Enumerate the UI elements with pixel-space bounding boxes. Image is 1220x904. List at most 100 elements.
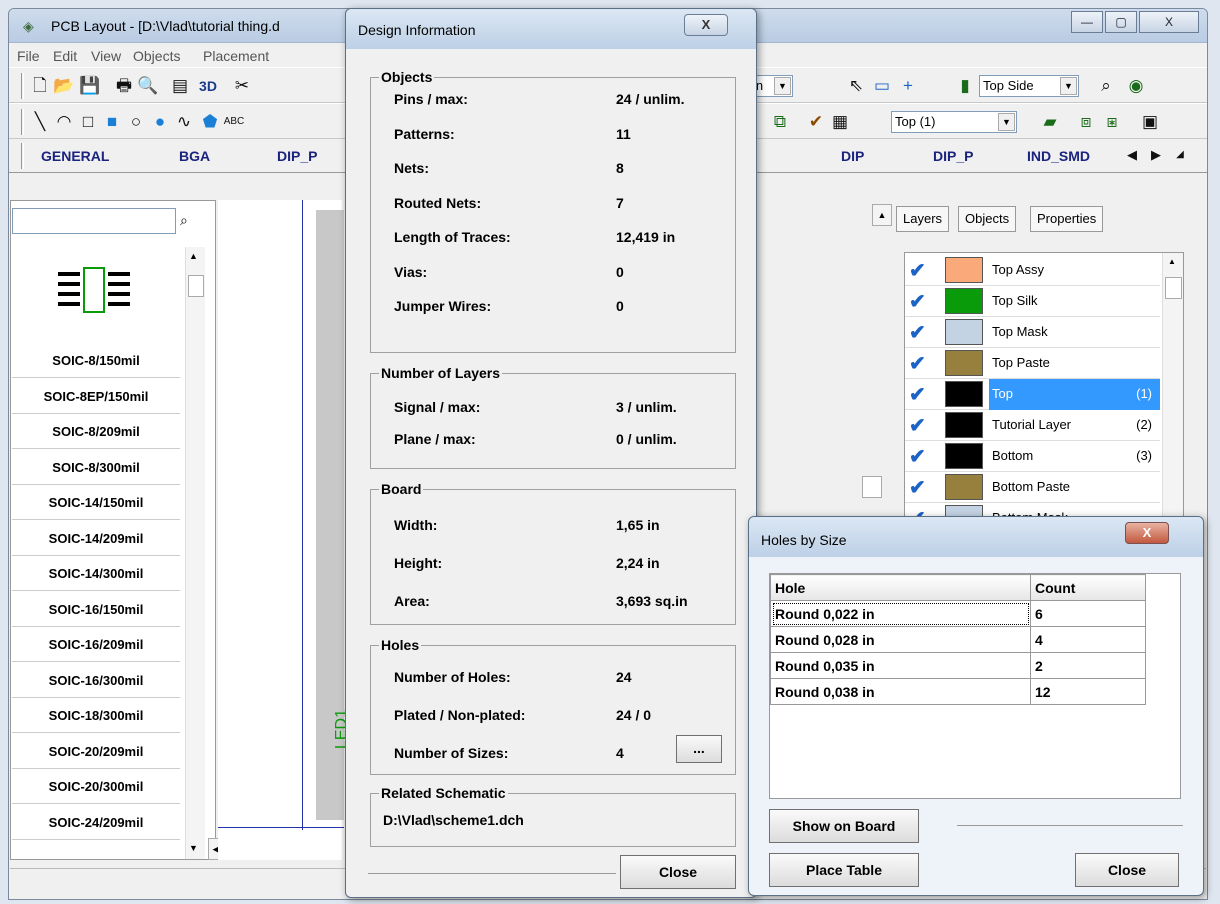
close-window-button[interactable]: X	[1139, 11, 1199, 33]
checkmark-icon[interactable]: ✔	[909, 351, 926, 376]
close-dialog-button[interactable]: X	[1125, 522, 1169, 544]
tab-scroll-left-icon[interactable]: ◀	[1121, 145, 1143, 165]
hole-count-cell[interactable]: 6	[1030, 600, 1146, 627]
toolbar-grip[interactable]	[21, 143, 24, 169]
show-holes-button[interactable]: ...	[676, 735, 722, 763]
autoroute-icon[interactable]: ⧈	[1075, 112, 1097, 132]
layer-row[interactable]: ✔ Top Paste	[905, 348, 1160, 379]
scrollbar-thumb[interactable]	[862, 476, 882, 498]
pattern-list-item[interactable]: SOIC-8/209mil	[12, 415, 180, 449]
tab-dip[interactable]: DIP	[841, 148, 864, 164]
open-folder-icon[interactable]: 📂	[53, 76, 75, 96]
show-on-board-button[interactable]: Show on Board	[769, 809, 919, 843]
layer-row[interactable]: ✔ Tutorial Layer (2)	[905, 410, 1160, 441]
menu-objects[interactable]: Objects	[133, 48, 180, 64]
component-icon[interactable]: ▮	[954, 76, 976, 96]
layer-select[interactable]: Top (1) ▼	[891, 111, 1017, 133]
pattern-list-item[interactable]: SOIC-16/150mil	[12, 593, 180, 627]
chevron-down-icon[interactable]: ▼	[998, 113, 1015, 131]
ellipse-tool-icon[interactable]: ○	[125, 112, 147, 132]
table-row[interactable]: Round 0,035 in 2	[770, 652, 1146, 679]
toolbar-grip[interactable]	[21, 109, 24, 135]
soic-pattern-preview[interactable]	[50, 262, 140, 330]
menu-file[interactable]: File	[17, 48, 40, 64]
scroll-up-icon[interactable]: ▲	[872, 204, 892, 226]
place-table-button[interactable]: Place Table	[769, 853, 919, 887]
route-icon[interactable]: ▰	[1039, 112, 1061, 132]
scrollbar-thumb[interactable]	[188, 275, 204, 297]
new-file-icon[interactable]: 🗋	[29, 76, 51, 96]
hole-size-cell[interactable]: Round 0,035 in	[770, 652, 1031, 679]
tab-properties[interactable]: Properties	[1030, 206, 1104, 232]
text-tool-icon[interactable]: ABC	[223, 112, 245, 132]
pattern-search-input[interactable]	[12, 208, 176, 234]
column-header-hole[interactable]: Hole	[770, 574, 1031, 601]
pattern-list-item[interactable]: SOIC-16/300mil	[12, 664, 180, 698]
pattern-list-item[interactable]: SOIC-8EP/150mil	[12, 380, 180, 414]
hole-count-cell[interactable]: 12	[1030, 678, 1146, 705]
layer-color-swatch[interactable]	[945, 288, 983, 314]
chevron-down-icon[interactable]: ▼	[774, 77, 791, 95]
binoculars-icon[interactable]: ⌕	[1095, 76, 1117, 96]
chevron-down-icon[interactable]: ▼	[1060, 77, 1077, 95]
layer-list-scrollbar[interactable]: ▲	[1162, 253, 1183, 521]
pattern-list-item[interactable]: SOIC-20/209mil	[12, 735, 180, 769]
3d-view-button[interactable]: 3D	[195, 76, 221, 96]
measure-icon[interactable]: ▭	[871, 76, 893, 96]
side-select[interactable]: Top Side ▼	[979, 75, 1079, 97]
layer-color-swatch[interactable]	[945, 381, 983, 407]
print-icon[interactable]: 🖶	[113, 76, 135, 96]
arc-tool-icon[interactable]: ◠	[53, 112, 75, 132]
pattern-list-item[interactable]: SOIC-8/150mil	[12, 344, 180, 378]
target-icon[interactable]: ◉	[1125, 76, 1147, 96]
hole-count-cell[interactable]: 4	[1030, 626, 1146, 653]
column-header-count[interactable]: Count	[1030, 574, 1146, 601]
layer-row[interactable]: ✔ Bottom Paste	[905, 472, 1160, 503]
pattern-list-item[interactable]: SOIC-14/209mil	[12, 522, 180, 556]
close-dialog-button[interactable]: X	[684, 14, 728, 36]
tab-bga[interactable]: BGA	[179, 148, 210, 164]
properties-icon[interactable]: ▣	[1139, 112, 1161, 132]
pattern-list-scrollbar[interactable]: ▲ ▼	[185, 247, 205, 859]
layer-color-swatch[interactable]	[945, 443, 983, 469]
menu-view[interactable]: View	[91, 48, 121, 64]
line-tool-icon[interactable]: ╲	[29, 112, 51, 132]
pattern-list-item[interactable]: SOIC-20/300mil	[12, 770, 180, 804]
close-button[interactable]: Close	[620, 855, 736, 889]
hole-size-cell[interactable]: Round 0,028 in	[770, 626, 1031, 653]
pattern-list-item[interactable]: SOIC-14/300mil	[12, 557, 180, 591]
scroll-up-icon[interactable]: ▲	[189, 251, 198, 261]
toolbar-grip[interactable]	[21, 73, 24, 99]
save-icon[interactable]: 💾	[79, 76, 101, 96]
layer-row[interactable]: ✔ Top (1)	[905, 379, 1160, 410]
layer-color-swatch[interactable]	[945, 474, 983, 500]
layer-row[interactable]: ✔ Top Assy	[905, 255, 1160, 286]
hole-size-cell[interactable]: Round 0,022 in	[770, 600, 1031, 627]
pattern-list-item[interactable]: SOIC-8/300mil	[12, 451, 180, 485]
polygon-tool-icon[interactable]: ⬟	[199, 112, 221, 132]
find-binoculars-icon[interactable]: ⌕	[180, 212, 188, 229]
layer-color-swatch[interactable]	[945, 319, 983, 345]
layer-color-swatch[interactable]	[945, 257, 983, 283]
pcb-canvas[interactable]: LED1	[218, 200, 350, 860]
cut-icon[interactable]: ✂	[231, 76, 253, 96]
tab-layers[interactable]: Layers	[896, 206, 950, 232]
menu-placement[interactable]: Placement	[203, 48, 269, 64]
layer-row[interactable]: ✔ Bottom (3)	[905, 441, 1160, 472]
drc-icon[interactable]: ✔	[805, 112, 827, 132]
menu-edit[interactable]: Edit	[53, 48, 77, 64]
tab-general[interactable]: GENERAL	[41, 148, 109, 164]
print-preview-icon[interactable]: 🔍	[137, 76, 159, 96]
tab-dip-p-2[interactable]: DIP_P	[933, 148, 973, 164]
checkmark-icon[interactable]: ✔	[909, 475, 926, 500]
table-row[interactable]: Round 0,022 in 6	[770, 600, 1146, 627]
layer-row[interactable]: ✔ Top Mask	[905, 317, 1160, 348]
scrollbar-thumb[interactable]	[1165, 277, 1182, 299]
checkmark-icon[interactable]: ✔	[909, 444, 926, 469]
filled-ellipse-icon[interactable]: ●	[149, 112, 171, 132]
layer-row[interactable]: ✔ Top Silk	[905, 286, 1160, 317]
netlist-icon[interactable]: ⧆	[1101, 112, 1123, 132]
select-arrow-icon[interactable]: ⇖	[845, 76, 867, 96]
polyline-tool-icon[interactable]: ∿	[173, 112, 195, 132]
drc-report-icon[interactable]: ▦	[829, 112, 851, 132]
